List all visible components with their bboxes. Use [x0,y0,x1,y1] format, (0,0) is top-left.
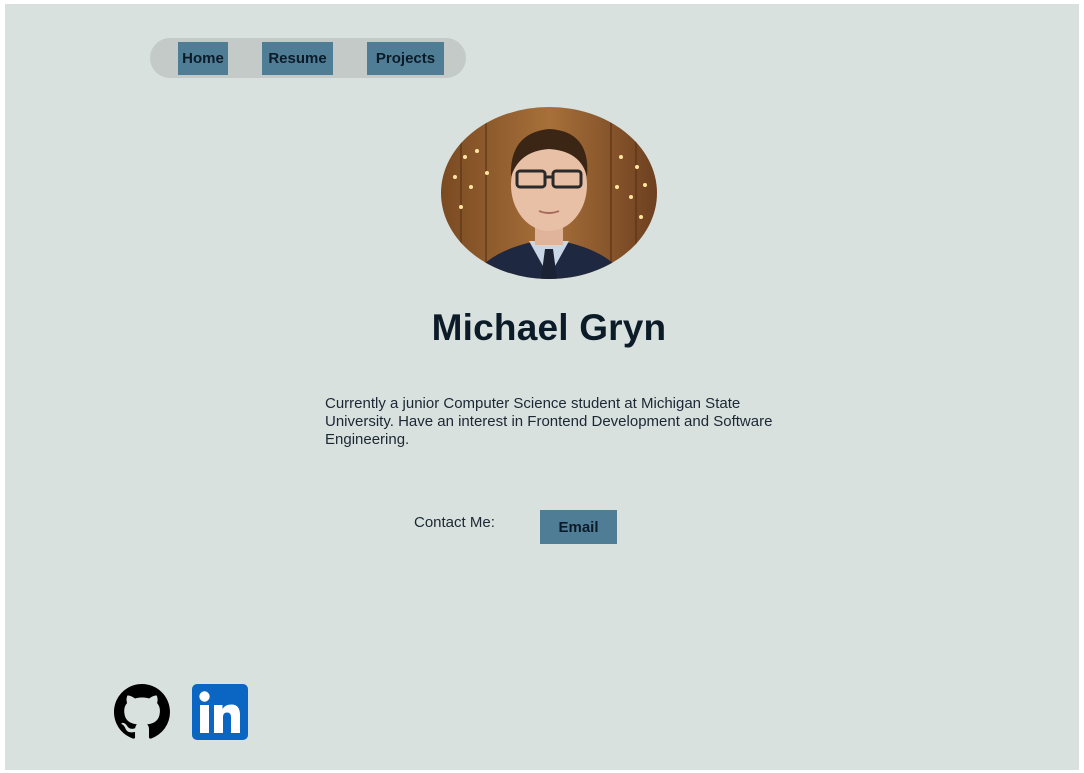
bio-text: Currently a junior Computer Science stud… [325,395,773,448]
nav-home-button[interactable]: Home [178,42,228,75]
linkedin-icon [192,684,248,740]
nav-resume-button[interactable]: Resume [262,42,333,75]
contact-label: Contact Me: [414,514,495,531]
email-button[interactable]: Email [540,510,617,544]
profile-photo [441,107,657,279]
nav-projects-button[interactable]: Projects [367,42,444,75]
github-icon [114,684,170,739]
linkedin-link[interactable] [192,684,248,740]
github-link[interactable] [114,684,170,740]
page-title: Michael Gryn [431,307,667,348]
page: Home Resume Projects Michael Gryn Curren… [5,4,1079,770]
nav-bar: Home Resume Projects [150,38,466,78]
